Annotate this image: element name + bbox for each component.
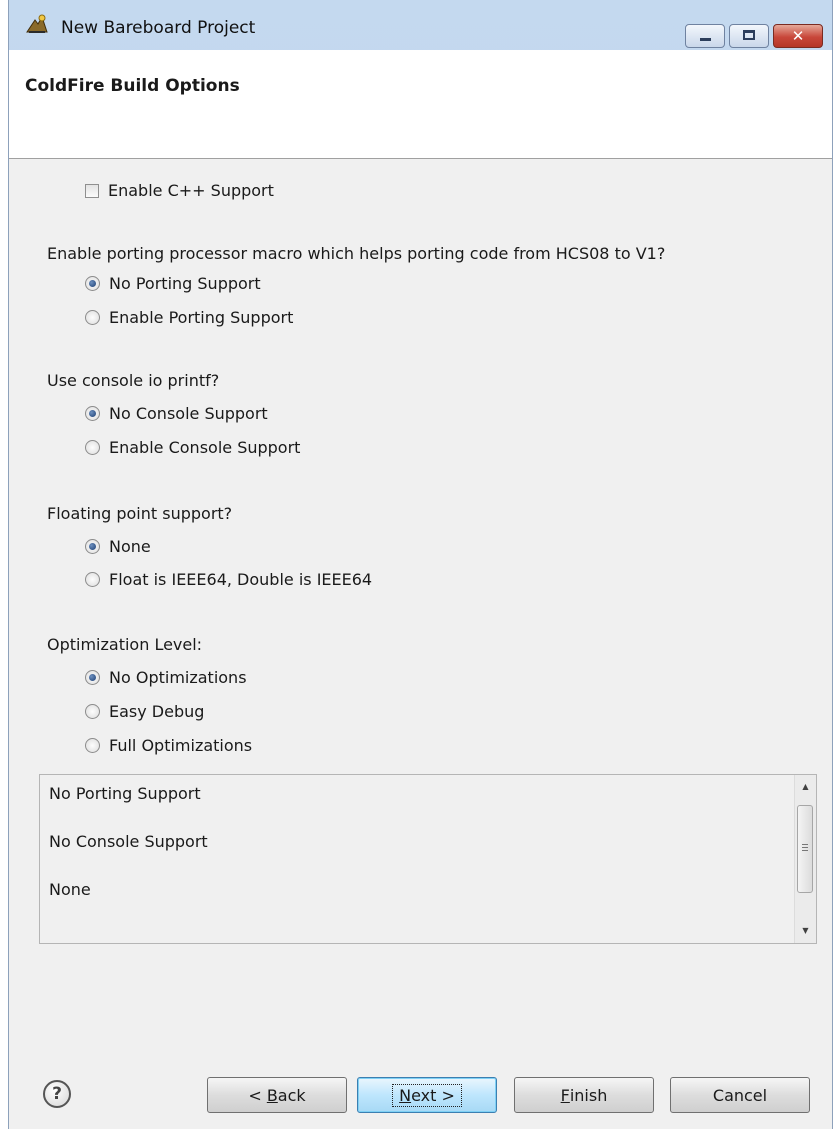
radio-label: Easy Debug bbox=[109, 702, 205, 721]
radio-label: None bbox=[109, 537, 151, 556]
finish-button[interactable]: Finish bbox=[514, 1077, 654, 1113]
enable-cpp-checkbox[interactable] bbox=[85, 183, 99, 198]
summary-panel[interactable]: No Porting Support No Console Support No… bbox=[39, 774, 817, 944]
back-label-rest: ack bbox=[277, 1085, 306, 1105]
scroll-up-arrow-icon[interactable]: ▲ bbox=[795, 777, 816, 797]
radio-no-console-support[interactable]: No Console Support bbox=[85, 404, 268, 423]
wizard-window: New Bareboard Project ✕ ColdFire Build O… bbox=[8, 0, 833, 1129]
radio-button[interactable] bbox=[85, 738, 100, 753]
enable-cpp-option[interactable]: Enable C++ Support bbox=[85, 181, 274, 200]
window-title: New Bareboard Project bbox=[61, 18, 256, 38]
radio-float-none[interactable]: None bbox=[85, 537, 151, 556]
grip-line bbox=[802, 844, 808, 845]
finish-label-rest: inish bbox=[569, 1085, 608, 1105]
summary-line: No Porting Support bbox=[49, 784, 201, 803]
cancel-button[interactable]: Cancel bbox=[670, 1077, 810, 1113]
radio-enable-console-support[interactable]: Enable Console Support bbox=[85, 438, 300, 457]
radio-label: Float is IEEE64, Double is IEEE64 bbox=[109, 570, 373, 589]
minimize-button[interactable] bbox=[685, 24, 725, 48]
finish-mnemonic: F bbox=[560, 1085, 570, 1105]
minimize-icon bbox=[700, 38, 711, 41]
radio-no-optimizations[interactable]: No Optimizations bbox=[85, 668, 247, 687]
radio-full-optimizations[interactable]: Full Optimizations bbox=[85, 736, 252, 755]
help-icon[interactable]: ? bbox=[43, 1080, 71, 1108]
radio-label: Full Optimizations bbox=[109, 736, 253, 755]
radio-label: No Optimizations bbox=[109, 668, 247, 687]
radio-label: Enable Console Support bbox=[109, 438, 301, 457]
next-focus-ring: Next > bbox=[392, 1083, 462, 1107]
enable-cpp-label: Enable C++ Support bbox=[108, 181, 274, 200]
wizard-header: ColdFire Build Options bbox=[9, 50, 832, 159]
scroll-thumb[interactable] bbox=[797, 805, 813, 893]
radio-button[interactable] bbox=[85, 406, 100, 421]
radio-no-porting-support[interactable]: No Porting Support bbox=[85, 274, 261, 293]
radio-label: No Porting Support bbox=[109, 274, 261, 293]
radio-button[interactable] bbox=[85, 572, 100, 587]
radio-enable-porting-support[interactable]: Enable Porting Support bbox=[85, 308, 293, 327]
back-prefix: < bbox=[248, 1085, 267, 1105]
title-bar: New Bareboard Project ✕ bbox=[9, 0, 832, 50]
radio-float-ieee64[interactable]: Float is IEEE64, Double is IEEE64 bbox=[85, 570, 372, 589]
scroll-down-arrow-icon[interactable]: ▼ bbox=[795, 921, 816, 941]
grip-line bbox=[802, 847, 808, 848]
radio-label: No Console Support bbox=[109, 404, 268, 423]
radio-button[interactable] bbox=[85, 704, 100, 719]
maximize-button[interactable] bbox=[729, 24, 769, 48]
cancel-label: Cancel bbox=[712, 1085, 768, 1105]
radio-button[interactable] bbox=[85, 440, 100, 455]
close-button[interactable]: ✕ bbox=[773, 24, 823, 48]
console-question: Use console io printf? bbox=[47, 371, 220, 390]
radio-easy-debug[interactable]: Easy Debug bbox=[85, 702, 204, 721]
next-button[interactable]: Next > bbox=[357, 1077, 497, 1113]
page-title: ColdFire Build Options bbox=[25, 76, 240, 96]
back-mnemonic: B bbox=[266, 1085, 278, 1105]
porting-question: Enable porting processor macro which hel… bbox=[47, 244, 666, 263]
grip-line bbox=[802, 850, 808, 851]
wizard-content: Enable C++ Support Enable porting proces… bbox=[9, 159, 832, 1129]
radio-button[interactable] bbox=[85, 276, 100, 291]
floating-question: Floating point support? bbox=[47, 504, 233, 523]
radio-button[interactable] bbox=[85, 670, 100, 685]
summary-line: No Console Support bbox=[49, 832, 208, 851]
summary-line: None bbox=[49, 880, 91, 899]
radio-button[interactable] bbox=[85, 310, 100, 325]
radio-label: Enable Porting Support bbox=[109, 308, 294, 327]
optimization-question: Optimization Level: bbox=[47, 635, 203, 654]
vertical-scrollbar[interactable]: ▲ ▼ bbox=[794, 775, 816, 943]
radio-button[interactable] bbox=[85, 539, 100, 554]
close-icon: ✕ bbox=[791, 27, 805, 45]
maximize-icon bbox=[743, 30, 755, 40]
project-wizard-icon bbox=[26, 14, 48, 33]
back-button[interactable]: < Back bbox=[207, 1077, 347, 1113]
next-mnemonic: N bbox=[399, 1085, 412, 1105]
next-label-rest: ext > bbox=[411, 1085, 455, 1105]
